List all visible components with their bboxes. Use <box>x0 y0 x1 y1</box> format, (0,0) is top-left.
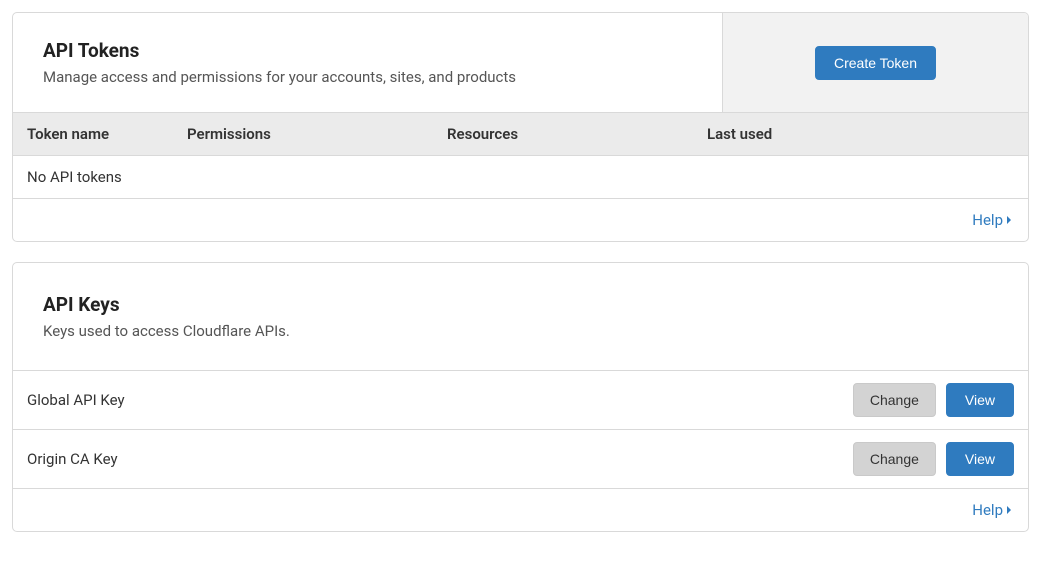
chevron-right-icon <box>1006 505 1014 515</box>
column-token-name: Token name <box>27 125 187 143</box>
column-last-used: Last used <box>707 125 1014 143</box>
key-actions: Change View <box>853 383 1014 417</box>
chevron-right-icon <box>1006 215 1014 225</box>
key-row-origin: Origin CA Key Change View <box>13 430 1028 489</box>
api-keys-header: API Keys Keys used to access Cloudflare … <box>13 263 1028 371</box>
api-tokens-header: API Tokens Manage access and permissions… <box>13 13 1028 112</box>
change-button-global[interactable]: Change <box>853 383 936 417</box>
api-tokens-title: API Tokens <box>43 39 692 62</box>
key-actions: Change View <box>853 442 1014 476</box>
view-button-global[interactable]: View <box>946 383 1014 417</box>
change-button-origin[interactable]: Change <box>853 442 936 476</box>
key-name: Global API Key <box>27 391 125 409</box>
api-tokens-subtitle: Manage access and permissions for your a… <box>43 68 692 86</box>
keys-help-link[interactable]: Help <box>972 501 1014 519</box>
api-keys-subtitle: Keys used to access Cloudflare APIs. <box>43 322 998 340</box>
api-tokens-header-action: Create Token <box>723 13 1028 112</box>
column-resources: Resources <box>447 125 707 143</box>
create-token-button[interactable]: Create Token <box>815 46 936 80</box>
key-name: Origin CA Key <box>27 450 118 468</box>
tokens-empty-message: No API tokens <box>13 156 1028 199</box>
help-label: Help <box>972 211 1003 229</box>
api-tokens-header-text: API Tokens Manage access and permissions… <box>13 13 723 112</box>
view-button-origin[interactable]: View <box>946 442 1014 476</box>
tokens-table-header: Token name Permissions Resources Last us… <box>13 112 1028 156</box>
api-keys-panel: API Keys Keys used to access Cloudflare … <box>12 262 1029 532</box>
key-row-global: Global API Key Change View <box>13 371 1028 430</box>
tokens-help-link[interactable]: Help <box>972 211 1014 229</box>
tokens-footer: Help <box>13 199 1028 241</box>
api-keys-title: API Keys <box>43 293 998 316</box>
api-tokens-panel: API Tokens Manage access and permissions… <box>12 12 1029 242</box>
keys-footer: Help <box>13 489 1028 531</box>
column-permissions: Permissions <box>187 125 447 143</box>
help-label: Help <box>972 501 1003 519</box>
